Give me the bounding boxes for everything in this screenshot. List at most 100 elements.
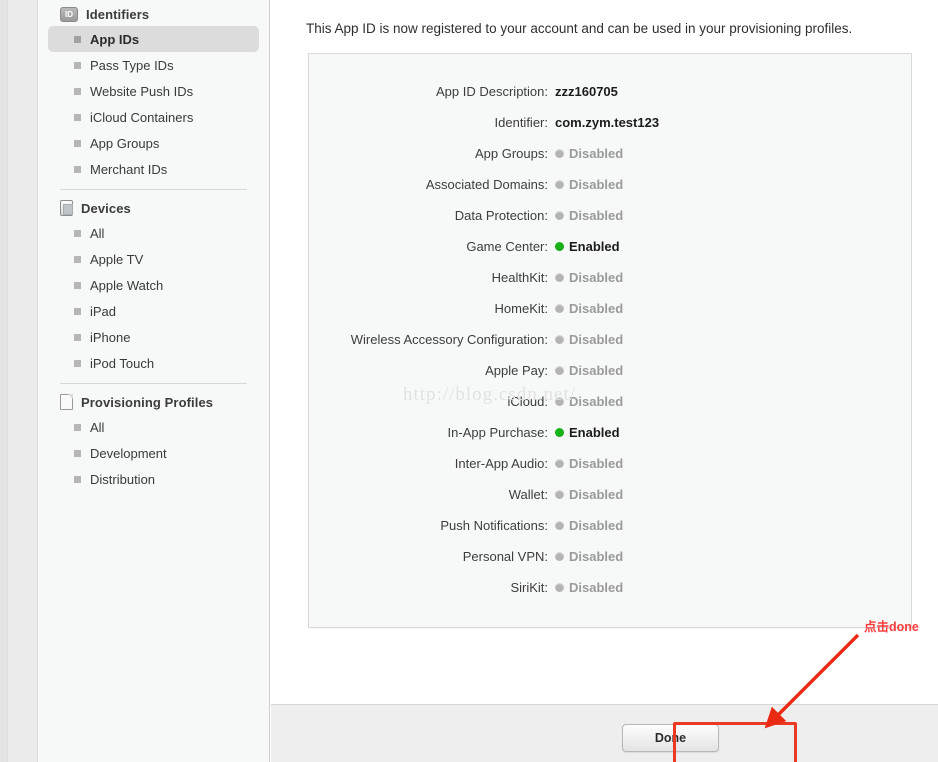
sidebar-item-label: Distribution: [90, 471, 156, 487]
sidebar-item-merchant-ids[interactable]: Merchant IDs: [48, 156, 259, 182]
detail-row: Data Protection: Disabled: [309, 208, 911, 239]
sidebar-item-all[interactable]: All: [48, 414, 259, 440]
app-id-detail-panel: App ID Description: zzz160705 Identifier: c…: [308, 53, 912, 628]
sidebar-separator: [60, 189, 247, 190]
status-badge: Disabled: [555, 549, 623, 564]
bullet-icon: [74, 475, 81, 483]
detail-row-label: App ID Description:: [436, 84, 548, 99]
id-badge-icon: ID: [60, 6, 78, 22]
detail-row-value: zzz160705: [555, 84, 618, 99]
bullet-icon: [74, 229, 81, 237]
sidebar-item-label: Website Push IDs: [90, 83, 194, 99]
sidebar-item-ipad[interactable]: iPad: [48, 298, 259, 324]
status-badge: Enabled: [555, 425, 620, 440]
sidebar-item-development[interactable]: Development: [48, 440, 259, 466]
status-badge: Disabled: [555, 363, 623, 378]
document-icon: [60, 394, 73, 410]
status-dot-disabled-icon: [555, 149, 564, 158]
detail-row: App ID Description: zzz160705: [309, 84, 911, 115]
detail-row-label: Personal VPN:: [462, 549, 548, 564]
status-dot-disabled-icon: [555, 366, 564, 375]
sidebar-item-ipod-touch[interactable]: iPod Touch: [48, 350, 259, 376]
status-badge: Disabled: [555, 208, 623, 223]
detail-row: HomeKit: Disabled: [309, 301, 911, 332]
left-gutter: [0, 0, 38, 762]
detail-row-label: Data Protection:: [454, 208, 548, 223]
detail-row: Push Notifications: Disabled: [309, 518, 911, 549]
sidebar-scroll: ID Identifiers App IDs Pass Type IDs Website…: [38, 2, 269, 492]
bullet-icon: [74, 165, 81, 173]
status-dot-enabled-icon: [555, 428, 564, 437]
status-dot-disabled-icon: [555, 583, 564, 592]
sidebar-item-app-groups[interactable]: App Groups: [48, 130, 259, 156]
bullet-icon: [74, 61, 81, 69]
status-badge: Disabled: [555, 456, 623, 471]
sidebar-item-website-push-ids[interactable]: Website Push IDs: [48, 78, 259, 104]
sidebar-item-apple-watch[interactable]: Apple Watch: [48, 272, 259, 298]
status-badge: Disabled: [555, 518, 623, 533]
left-gutter-strip: [0, 0, 8, 762]
status-text: Enabled: [569, 239, 620, 254]
status-text: Disabled: [569, 487, 624, 502]
detail-row: Wireless Accessory Configuration: Disable…: [309, 332, 911, 363]
sidebar-group-title: Devices: [81, 200, 131, 216]
bullet-icon: [74, 359, 81, 367]
sidebar-item-apple-tv[interactable]: Apple TV: [48, 246, 259, 272]
sidebar-item-app-ids[interactable]: App IDs: [48, 26, 259, 52]
status-text: Disabled: [569, 208, 624, 223]
device-icon: [60, 200, 73, 216]
sidebar-item-all[interactable]: All: [48, 220, 259, 246]
detail-row-label: HealthKit:: [491, 270, 548, 285]
status-text: Disabled: [569, 301, 624, 316]
sidebar-item-label: Pass Type IDs: [90, 57, 174, 73]
page-intro-text: This App ID is now registered to your ac…: [306, 21, 853, 36]
detail-row-label: Apple Pay:: [485, 363, 548, 378]
detail-row: Personal VPN: Disabled: [309, 549, 911, 580]
status-badge: Enabled: [555, 239, 620, 254]
status-text: Disabled: [569, 456, 624, 471]
bullet-icon: [74, 423, 81, 431]
status-dot-disabled-icon: [555, 273, 564, 282]
sidebar-item-distribution[interactable]: Distribution: [48, 466, 259, 492]
detail-row-label: SiriKit:: [510, 580, 548, 595]
detail-row: In-App Purchase: Enabled: [309, 425, 911, 456]
detail-row-label: iCloud:: [507, 394, 548, 409]
content-area: This App ID is now registered to your ac…: [271, 0, 938, 704]
detail-row-label: App Groups:: [475, 146, 548, 161]
detail-row: iCloud: Disabled: [309, 394, 911, 425]
status-badge: Disabled: [555, 580, 623, 595]
status-text: Disabled: [569, 580, 624, 595]
status-badge: Disabled: [555, 177, 623, 192]
status-text: Disabled: [569, 394, 624, 409]
status-dot-disabled-icon: [555, 490, 564, 499]
detail-row: SiriKit: Disabled: [309, 580, 911, 611]
status-text: Disabled: [569, 332, 624, 347]
sidebar-item-label: All: [90, 225, 105, 241]
sidebar-item-iphone[interactable]: iPhone: [48, 324, 259, 350]
status-text: Disabled: [569, 146, 624, 161]
status-dot-disabled-icon: [555, 304, 564, 313]
sidebar-item-label: iCloud Containers: [90, 109, 194, 125]
status-badge: Disabled: [555, 394, 623, 409]
sidebar-item-label: Apple Watch: [90, 277, 164, 293]
status-text: Disabled: [569, 549, 624, 564]
sidebar-group-title: Provisioning Profiles: [81, 394, 214, 410]
sidebar-item-pass-type-ids[interactable]: Pass Type IDs: [48, 52, 259, 78]
detail-row: Inter-App Audio: Disabled: [309, 456, 911, 487]
sidebar-item-icloud-containers[interactable]: iCloud Containers: [48, 104, 259, 130]
sidebar-item-label: All: [90, 419, 105, 435]
sidebar-group-header: ID Identifiers: [48, 2, 259, 26]
status-badge: Disabled: [555, 270, 623, 285]
annotation-label: 点击done: [864, 620, 919, 634]
sidebar-item-label: iPad: [90, 303, 117, 319]
bullet-icon: [74, 113, 81, 121]
annotation-highlight-box: [673, 722, 797, 762]
sidebar-group-header: Provisioning Profiles: [48, 390, 259, 414]
status-text: Disabled: [569, 363, 624, 378]
sidebar-item-label: App IDs: [90, 31, 140, 47]
detail-row-label: In-App Purchase:: [447, 425, 548, 440]
status-dot-disabled-icon: [555, 180, 564, 189]
detail-row: Associated Domains: Disabled: [309, 177, 911, 208]
detail-row-label: Wallet:: [508, 487, 548, 502]
bullet-icon: [74, 281, 81, 289]
